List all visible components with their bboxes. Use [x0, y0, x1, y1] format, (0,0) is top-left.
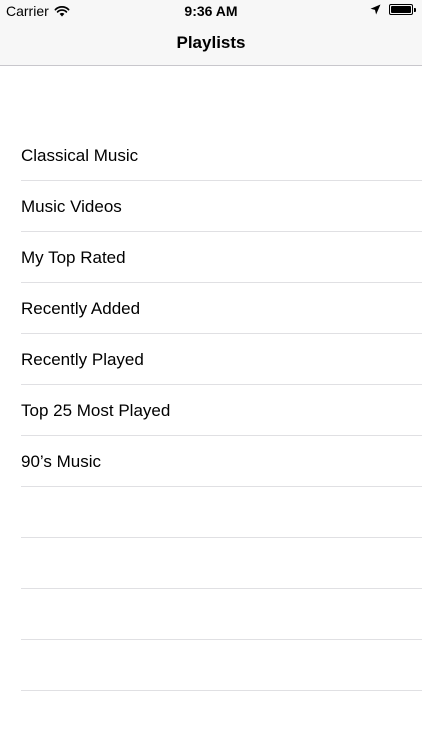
playlist-name: Recently Added [21, 299, 141, 318]
status-bar: Carrier 9:36 AM [0, 0, 422, 22]
battery-icon [389, 4, 413, 15]
playlist-row[interactable]: Recently Added [0, 283, 422, 334]
playlist-name: Recently Played [21, 350, 144, 369]
row-separator [21, 690, 422, 691]
page-title: Playlists [176, 33, 246, 52]
playlist-name: Music Videos [21, 197, 122, 216]
playlist-row[interactable]: My Top Rated [0, 232, 422, 283]
playlist-name: 90’s Music [21, 452, 101, 471]
navigation-header: Carrier 9:36 AM Playlists [0, 0, 422, 66]
playlist-row[interactable]: Music Videos [0, 181, 422, 232]
empty-row [0, 538, 422, 589]
empty-row [0, 589, 422, 640]
location-arrow-icon [370, 4, 381, 15]
battery-cap [414, 7, 416, 12]
status-time: 9:36 AM [184, 3, 238, 19]
playlist-name: Top 25 Most Played [21, 401, 171, 420]
playlist-name: My Top Rated [21, 248, 126, 267]
status-right-group [370, 4, 416, 15]
playlist-row[interactable]: Classical Music [0, 130, 422, 181]
playlist-row[interactable]: 90’s Music [0, 436, 422, 487]
empty-row [0, 487, 422, 538]
playlist-row[interactable]: Recently Played [0, 334, 422, 385]
empty-row [0, 640, 422, 691]
playlist-name: Classical Music [21, 146, 139, 165]
playlist-row[interactable]: Top 25 Most Played [0, 385, 422, 436]
playlist-list: Classical Music Music Videos My Top Rated R… [0, 130, 422, 691]
battery-fill [391, 6, 411, 13]
